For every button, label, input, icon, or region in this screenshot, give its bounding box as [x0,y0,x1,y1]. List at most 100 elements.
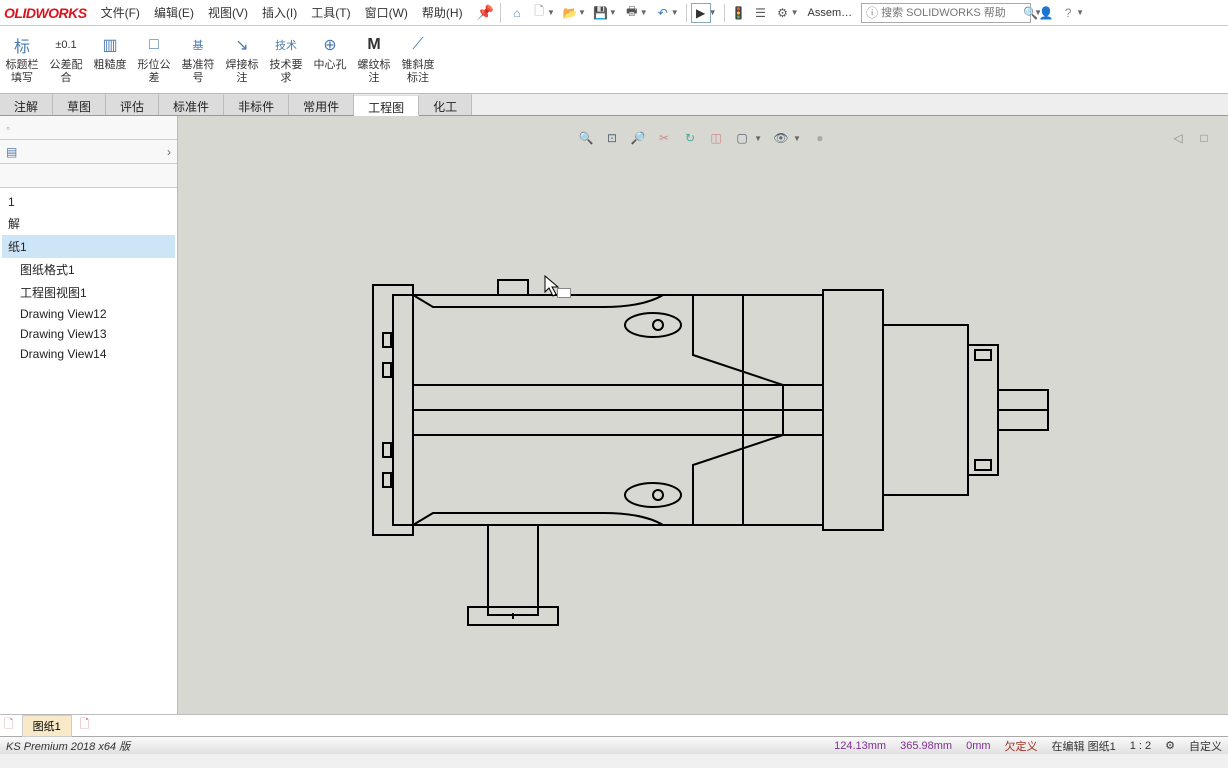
ribbon-taper[interactable]: ⟋锥斜度标注 [396,31,440,87]
open-button[interactable]: 📂 [560,3,580,23]
sheet-tab-1[interactable]: 图纸1 [22,715,72,737]
main-area: ◦ ▤ › 1 解 纸1 图纸格式1 工程图视图1 Drawing View12… [0,116,1228,714]
panel-tabs: ▤ › [0,140,177,164]
status-editing: 在编辑 图纸1 [1052,738,1116,754]
chevron-down-icon[interactable]: ▼ [1076,8,1084,17]
tree-drawing-view1[interactable]: 工程图视图1 [2,281,175,304]
traffic-light-icon[interactable]: 🚦 [729,3,749,23]
zoom-fit-icon[interactable]: 🔍 [576,128,596,148]
status-coord-z: 0mm [966,740,990,752]
feature-tree: 1 解 纸1 图纸格式1 工程图视图1 Drawing View12 Drawi… [0,188,177,714]
pin-icon[interactable]: 📌 [477,4,494,21]
status-scale: 1 : 2 [1130,740,1151,752]
status-gear-icon[interactable]: ⚙ [1165,739,1175,752]
circle-icon: ◦ [6,121,10,135]
circle-grey-icon[interactable]: ● [810,128,830,148]
menubar: OLIDWORKS 文件(F) 编辑(E) 视图(V) 插入(I) 工具(T) … [0,0,1228,26]
zoom-area-icon[interactable]: ⊡ [602,128,622,148]
status-state: 欠定义 [1005,738,1038,754]
tab-sketch[interactable]: 草图 [53,94,106,115]
roughness-icon: ▥ [102,33,117,57]
zoom-prev-icon[interactable]: 🔎 [628,128,648,148]
search-box[interactable]: ⓘ 🔍▼ [861,3,1031,23]
tree-drawing-view14[interactable]: Drawing View14 [2,344,175,364]
sheet-icon: 🗋 [4,715,14,736]
tree-sheet-format[interactable]: 图纸格式1 [2,258,175,281]
add-sheet-button[interactable]: 🗋 [80,715,90,736]
tab-drawing[interactable]: 工程图 [354,95,419,116]
undo-button[interactable]: ↶ [653,3,673,23]
tree-annotation[interactable]: 解 [2,212,175,235]
drawing-canvas[interactable]: 🔍 ⊡ 🔎 ✂ ↻ ◫ ▢▼ 👁▼ ● ◁ □ [178,116,1228,714]
ribbon-techreq[interactable]: 技术技术要求 [264,31,308,87]
help-small-icon: ⓘ [866,4,878,21]
ribbon-datum[interactable]: 基基准符号 [176,31,220,87]
list-icon[interactable]: ☰ [751,3,771,23]
expand-icon[interactable]: › [167,145,171,159]
thread-icon: M [367,33,380,57]
ribbon: 标标题栏填写 ±0.1公差配合 ▥粗糙度 □形位公差 基基准符号 ↘焊接标注 技… [0,26,1228,94]
save-button[interactable]: 💾 [591,3,611,23]
ribbon-tolerance[interactable]: ±0.1公差配合 [44,31,88,87]
ribbon-titleblock[interactable]: 标标题栏填写 [0,31,44,87]
chevron-down-icon[interactable]: ▼ [791,8,799,17]
new-button[interactable]: 🗋 [529,3,549,23]
ribbon-gdt[interactable]: □形位公差 [132,31,176,87]
panel-filter[interactable] [0,164,177,188]
tree-tab-icon[interactable]: ▤ [6,145,17,159]
eye-icon[interactable]: 👁 [771,128,791,148]
chevron-down-icon[interactable]: ▼ [640,8,648,17]
chevron-down-icon[interactable]: ▼ [578,8,586,17]
quick-toolbar: ⌂ 🗋▼ 📂▼ 💾▼ 🖶▼ ↶▼ ▶▼ 🚦 ☰ ⚙▼ Assem… ⓘ 🔍▼ 👤… [500,3,1087,23]
tab-chemical[interactable]: 化工 [419,94,472,115]
help-icon[interactable]: ? [1058,3,1078,23]
ribbon-weld[interactable]: ↘焊接标注 [220,31,264,87]
tab-evaluate[interactable]: 评估 [106,94,159,115]
search-input[interactable] [881,7,1023,19]
section-icon[interactable]: ✂ [654,128,674,148]
menu-view[interactable]: 视图(V) [202,1,254,24]
status-coord-x: 124.13mm [834,740,886,752]
tab-standard-parts[interactable]: 标准件 [159,94,224,115]
chevron-down-icon[interactable]: ▼ [709,8,717,17]
menu-file[interactable]: 文件(F) [95,1,146,24]
status-version: KS Premium 2018 x64 版 [6,738,834,754]
tab-nonstandard-parts[interactable]: 非标件 [224,94,289,115]
user-icon[interactable]: 👤 [1036,3,1056,23]
print-button[interactable]: 🖶 [622,3,642,23]
tab-common-parts[interactable]: 常用件 [289,94,354,115]
ribbon-roughness[interactable]: ▥粗糙度 [88,31,132,74]
viewport-back-icon[interactable]: ◁ [1168,128,1188,148]
menu-help[interactable]: 帮助(H) [416,1,469,24]
display-style-icon[interactable]: ◫ [706,128,726,148]
scene-icon[interactable]: ▢ [732,128,752,148]
select-button[interactable]: ▶ [691,3,711,23]
weld-icon: ↘ [235,33,248,57]
chevron-down-icon[interactable]: ▼ [754,134,762,143]
gear-icon[interactable]: ⚙ [773,3,793,23]
centerhole-icon: ⊕ [323,33,336,57]
feature-tree-panel: ◦ ▤ › 1 解 纸1 图纸格式1 工程图视图1 Drawing View12… [0,116,178,714]
menu-edit[interactable]: 编辑(E) [148,1,200,24]
menu-insert[interactable]: 插入(I) [256,1,303,24]
menu-tools[interactable]: 工具(T) [305,1,356,24]
home-button[interactable]: ⌂ [507,3,527,23]
tree-root[interactable]: 1 [2,192,175,212]
chevron-down-icon[interactable]: ▼ [793,134,801,143]
datum-icon: 基 [193,33,204,57]
tab-annotation[interactable]: 注解 [0,94,53,115]
chevron-down-icon[interactable]: ▼ [671,8,679,17]
chevron-down-icon[interactable]: ▼ [547,8,555,17]
tree-drawing-view12[interactable]: Drawing View12 [2,304,175,324]
viewport-box-icon[interactable]: □ [1194,128,1214,148]
heads-up-toolbar: 🔍 ⊡ 🔎 ✂ ↻ ◫ ▢▼ 👁▼ ● [576,128,830,148]
ribbon-centerhole[interactable]: ⊕中心孔 [308,31,352,74]
chevron-down-icon[interactable]: ▼ [609,8,617,17]
titleblock-icon: 标 [14,33,30,57]
tree-drawing-view13[interactable]: Drawing View13 [2,324,175,344]
ribbon-thread[interactable]: M螺纹标注 [352,31,396,87]
menu-window[interactable]: 窗口(W) [359,1,414,24]
rotate-icon[interactable]: ↻ [680,128,700,148]
sheet-tabs: 🗋 图纸1 🗋 [0,714,1228,736]
tree-sheet1[interactable]: 纸1 [2,235,175,258]
